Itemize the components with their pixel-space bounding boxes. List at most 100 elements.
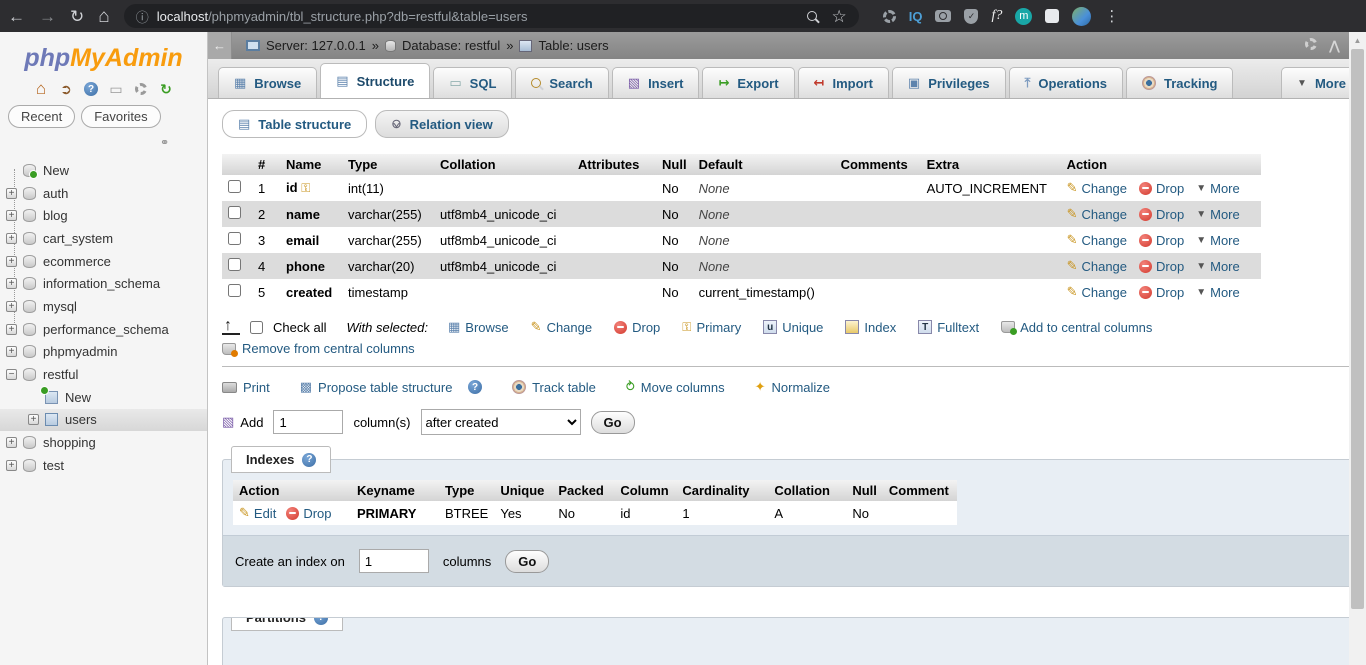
collapse-icon[interactable]: −	[6, 369, 17, 380]
index-drop-link[interactable]: Drop	[286, 506, 331, 521]
breadcrumb-table-link[interactable]: Table: users	[538, 38, 608, 53]
tree-item-new-database[interactable]: New	[0, 159, 207, 182]
breadcrumb-database-link[interactable]: Database: restful	[402, 38, 500, 53]
tree-item-users[interactable]: + users	[0, 409, 207, 432]
info-icon[interactable]: ⓘ	[136, 7, 149, 26]
tree-item-test[interactable]: + test	[0, 454, 207, 477]
print-link[interactable]: Print	[222, 380, 270, 395]
add-column-go-button[interactable]: Go	[591, 411, 635, 434]
tree-item-auth[interactable]: + auth	[0, 182, 207, 205]
address-bar[interactable]: ⓘ localhost/phpmyadmin/tbl_structure.php…	[124, 4, 859, 28]
with-selected-fulltext[interactable]: TFulltext	[918, 320, 979, 335]
expand-icon[interactable]: +	[6, 301, 17, 312]
row-checkbox[interactable]	[228, 232, 241, 245]
expand-icon[interactable]: +	[6, 460, 17, 471]
forward-icon[interactable]: →	[39, 8, 56, 25]
table-structure-button[interactable]: ▤ Table structure	[222, 110, 367, 138]
scrollbar-thumb[interactable]	[1351, 49, 1364, 609]
tab-search[interactable]: Search	[515, 67, 608, 98]
collapse-panel-icon[interactable]: ⋀	[1329, 38, 1340, 54]
index-edit-link[interactable]: ✎Edit	[239, 505, 276, 521]
reload-navigation-icon[interactable]: ↻	[157, 81, 175, 97]
extension-m-icon[interactable]: m	[1015, 8, 1032, 25]
change-link[interactable]: ✎Change	[1067, 258, 1127, 274]
breadcrumb-server-link[interactable]: Server: 127.0.0.1	[266, 38, 366, 53]
tree-item-new-table[interactable]: New	[0, 386, 207, 409]
tree-item-ecommerce[interactable]: + ecommerce	[0, 250, 207, 273]
tab-tracking[interactable]: Tracking	[1126, 67, 1233, 98]
reload-icon[interactable]: ↻	[70, 8, 84, 25]
recent-button[interactable]: Recent	[8, 105, 75, 128]
relation-view-button[interactable]: ⎉ Relation view	[375, 110, 508, 138]
drop-link[interactable]: Drop	[1139, 259, 1184, 274]
page-scrollbar[interactable]: ▲	[1349, 32, 1366, 665]
tab-sql[interactable]: ▭SQL	[433, 67, 512, 98]
profile-avatar[interactable]	[1072, 7, 1091, 26]
extension-shield-icon[interactable]: ✓	[964, 9, 978, 24]
phpmyadmin-logo[interactable]: phpMyAdmin	[0, 44, 207, 73]
expand-icon[interactable]: +	[6, 210, 17, 221]
expand-icon[interactable]: +	[6, 256, 17, 267]
with-selected-browse[interactable]: ▦Browse	[448, 319, 509, 335]
more-link[interactable]: ▼More	[1196, 207, 1240, 222]
add-column-position-select[interactable]: after created	[421, 409, 581, 435]
scrollbar-up-icon[interactable]: ▲	[1349, 32, 1366, 48]
change-link[interactable]: ✎Change	[1067, 180, 1127, 196]
page-settings-gear-icon[interactable]	[1305, 38, 1317, 50]
drop-link[interactable]: Drop	[1139, 207, 1184, 222]
add-column-count-input[interactable]	[273, 410, 343, 434]
move-columns-link[interactable]: ⥁Move columns	[626, 379, 725, 395]
help-icon[interactable]: ?	[82, 81, 100, 97]
help-icon[interactable]: ?	[468, 380, 482, 394]
check-all-checkbox[interactable]	[250, 321, 263, 334]
logout-icon[interactable]: ➲	[57, 81, 75, 97]
home-icon[interactable]: ⌂	[32, 81, 50, 97]
change-link[interactable]: ✎Change	[1067, 284, 1127, 300]
drop-link[interactable]: Drop	[1139, 181, 1184, 196]
with-selected-add-central[interactable]: Add to central columns	[1001, 320, 1152, 335]
help-icon[interactable]: ?	[314, 617, 328, 625]
check-all-label[interactable]: Check all	[273, 320, 326, 335]
with-selected-unique[interactable]: uUnique	[763, 320, 823, 335]
tree-item-cart-system[interactable]: + cart_system	[0, 227, 207, 250]
expand-icon[interactable]: +	[6, 278, 17, 289]
extensions-puzzle-icon[interactable]	[1045, 9, 1059, 23]
expand-icon[interactable]: +	[6, 188, 17, 199]
with-selected-change[interactable]: ✎Change	[531, 319, 592, 335]
row-checkbox[interactable]	[228, 284, 241, 297]
with-selected-drop[interactable]: Drop	[614, 320, 660, 335]
tab-insert[interactable]: ▧Insert	[612, 67, 700, 98]
unlink-panels-icon[interactable]: ⚭	[160, 136, 207, 149]
tab-browse[interactable]: ▦Browse	[218, 67, 317, 98]
tab-import[interactable]: ↤Import	[798, 67, 889, 98]
row-checkbox[interactable]	[228, 180, 241, 193]
expand-icon[interactable]: +	[6, 324, 17, 335]
with-selected-index[interactable]: Index	[845, 320, 896, 335]
tab-structure[interactable]: ▤Structure	[320, 63, 430, 98]
home-icon[interactable]: ⌂	[98, 7, 109, 26]
extension-iq-icon[interactable]: IQ	[909, 9, 923, 24]
more-link[interactable]: ▼More	[1196, 233, 1240, 248]
more-link[interactable]: ▼More	[1196, 285, 1240, 300]
expand-icon[interactable]: +	[6, 437, 17, 448]
bookmark-star-icon[interactable]: ☆	[831, 8, 846, 25]
row-checkbox[interactable]	[228, 258, 241, 271]
more-link[interactable]: ▼More	[1196, 259, 1240, 274]
zoom-icon[interactable]	[807, 11, 817, 21]
browser-menu-icon[interactable]: ⋮	[1104, 7, 1120, 25]
track-table-link[interactable]: Track table	[512, 380, 596, 395]
extension-camera-icon[interactable]	[935, 10, 951, 22]
change-link[interactable]: ✎Change	[1067, 232, 1127, 248]
tab-export[interactable]: ↦Export	[702, 67, 794, 98]
with-selected-primary[interactable]: ⚿Primary	[682, 320, 741, 335]
expand-icon[interactable]: +	[6, 233, 17, 244]
extension-gear-icon[interactable]	[883, 10, 896, 23]
tree-item-blog[interactable]: + blog	[0, 204, 207, 227]
tree-item-shopping[interactable]: + shopping	[0, 431, 207, 454]
change-link[interactable]: ✎Change	[1067, 206, 1127, 222]
drop-link[interactable]: Drop	[1139, 233, 1184, 248]
help-icon[interactable]: ?	[302, 453, 316, 467]
remove-central-columns-link[interactable]: Remove from central columns	[242, 341, 415, 356]
expand-icon[interactable]: +	[6, 346, 17, 357]
normalize-link[interactable]: ✦Normalize	[755, 379, 830, 395]
